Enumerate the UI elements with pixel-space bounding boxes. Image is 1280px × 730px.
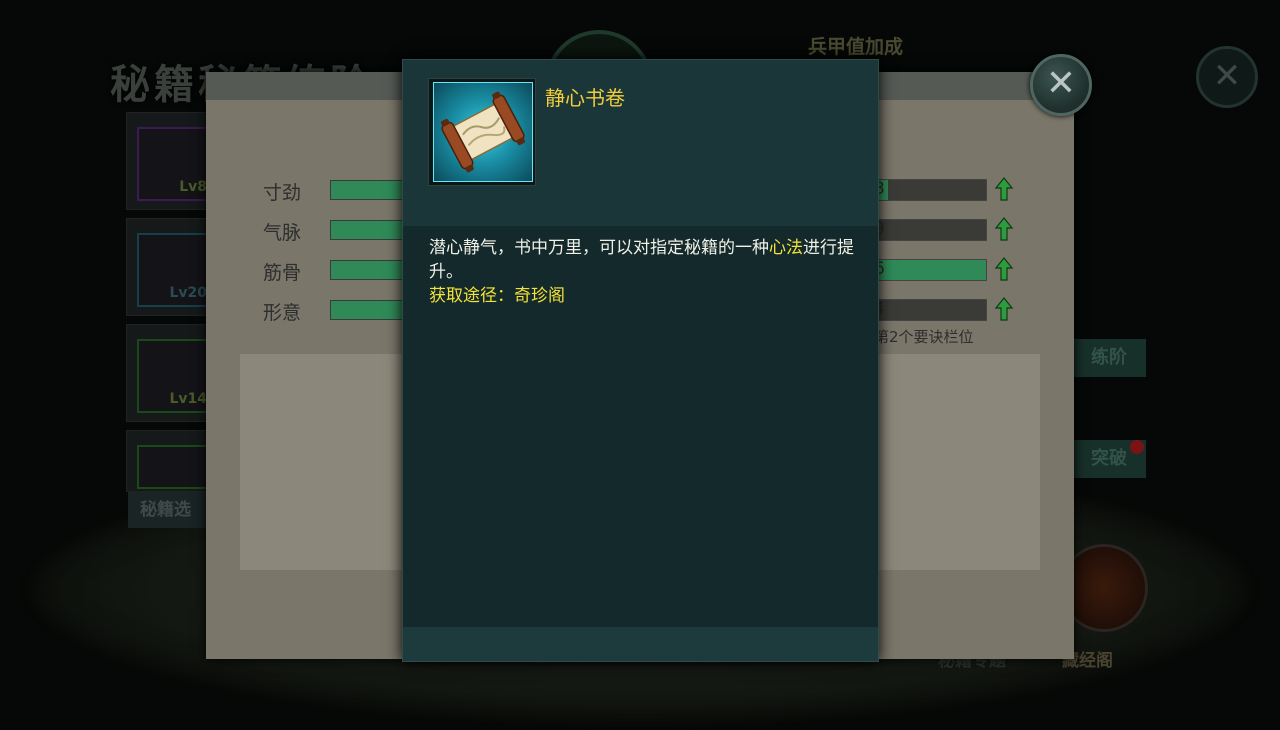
upgrade-arrow-icon[interactable] bbox=[995, 297, 1013, 321]
stat-progress-bar: 4 bbox=[871, 299, 987, 321]
slot-note: 第2个要诀栏位 bbox=[874, 328, 974, 346]
stat-progress-bar: 3 bbox=[871, 179, 987, 201]
close-icon: ✕ bbox=[1045, 63, 1077, 104]
notification-dot bbox=[1130, 440, 1144, 454]
book-level: Lv14 bbox=[169, 391, 207, 407]
stat-progress-bar: 6 bbox=[871, 259, 987, 281]
item-description: 潜心静气，书中万里，可以对指定秘籍的一种心法进行提升。 获取途径：奇珍阁 bbox=[429, 236, 854, 308]
stat-progress-fill bbox=[872, 260, 986, 280]
stat-label: 寸劲 bbox=[263, 182, 302, 204]
background-select-book-button: 秘籍选 bbox=[128, 492, 218, 528]
book-level: Lv8 bbox=[179, 179, 207, 195]
upgrade-arrow-icon[interactable] bbox=[995, 177, 1013, 201]
background-bonus-header: 兵甲值加成 bbox=[808, 36, 904, 58]
item-name: 静心书卷 bbox=[545, 86, 625, 110]
book-slot: Lv20 bbox=[126, 218, 218, 316]
background-close-icon: ✕ bbox=[1196, 46, 1258, 108]
item-source: 获取途径：奇珍阁 bbox=[429, 286, 565, 306]
close-button[interactable]: ✕ bbox=[1030, 54, 1092, 116]
background-train-button: 练阶 bbox=[1072, 339, 1146, 377]
book-slot bbox=[126, 430, 218, 492]
scroll-icon bbox=[440, 91, 526, 173]
book-slot: Lv14 bbox=[126, 324, 218, 422]
stat-label: 筋骨 bbox=[263, 262, 302, 284]
description-text: 潜心静气，书中万里，可以对指定秘籍的一种 bbox=[429, 238, 769, 258]
item-icon-frame bbox=[428, 78, 536, 186]
item-icon-background bbox=[433, 82, 533, 182]
description-highlight: 心法 bbox=[769, 238, 803, 258]
stat-label: 气脉 bbox=[263, 222, 302, 244]
upgrade-arrow-icon[interactable] bbox=[995, 257, 1013, 281]
upgrade-arrow-icon[interactable] bbox=[995, 217, 1013, 241]
book-level: Lv20 bbox=[169, 285, 207, 301]
popup-footer bbox=[403, 627, 878, 661]
book-slot: Lv8 bbox=[126, 112, 218, 210]
stat-label: 形意 bbox=[263, 302, 302, 324]
stat-progress-bar: 9 bbox=[871, 219, 987, 241]
item-tooltip-popup: 静心书卷 潜心静气，书中万里，可以对指定秘籍的一种心法进行提升。 获取途径：奇珍… bbox=[402, 59, 879, 662]
